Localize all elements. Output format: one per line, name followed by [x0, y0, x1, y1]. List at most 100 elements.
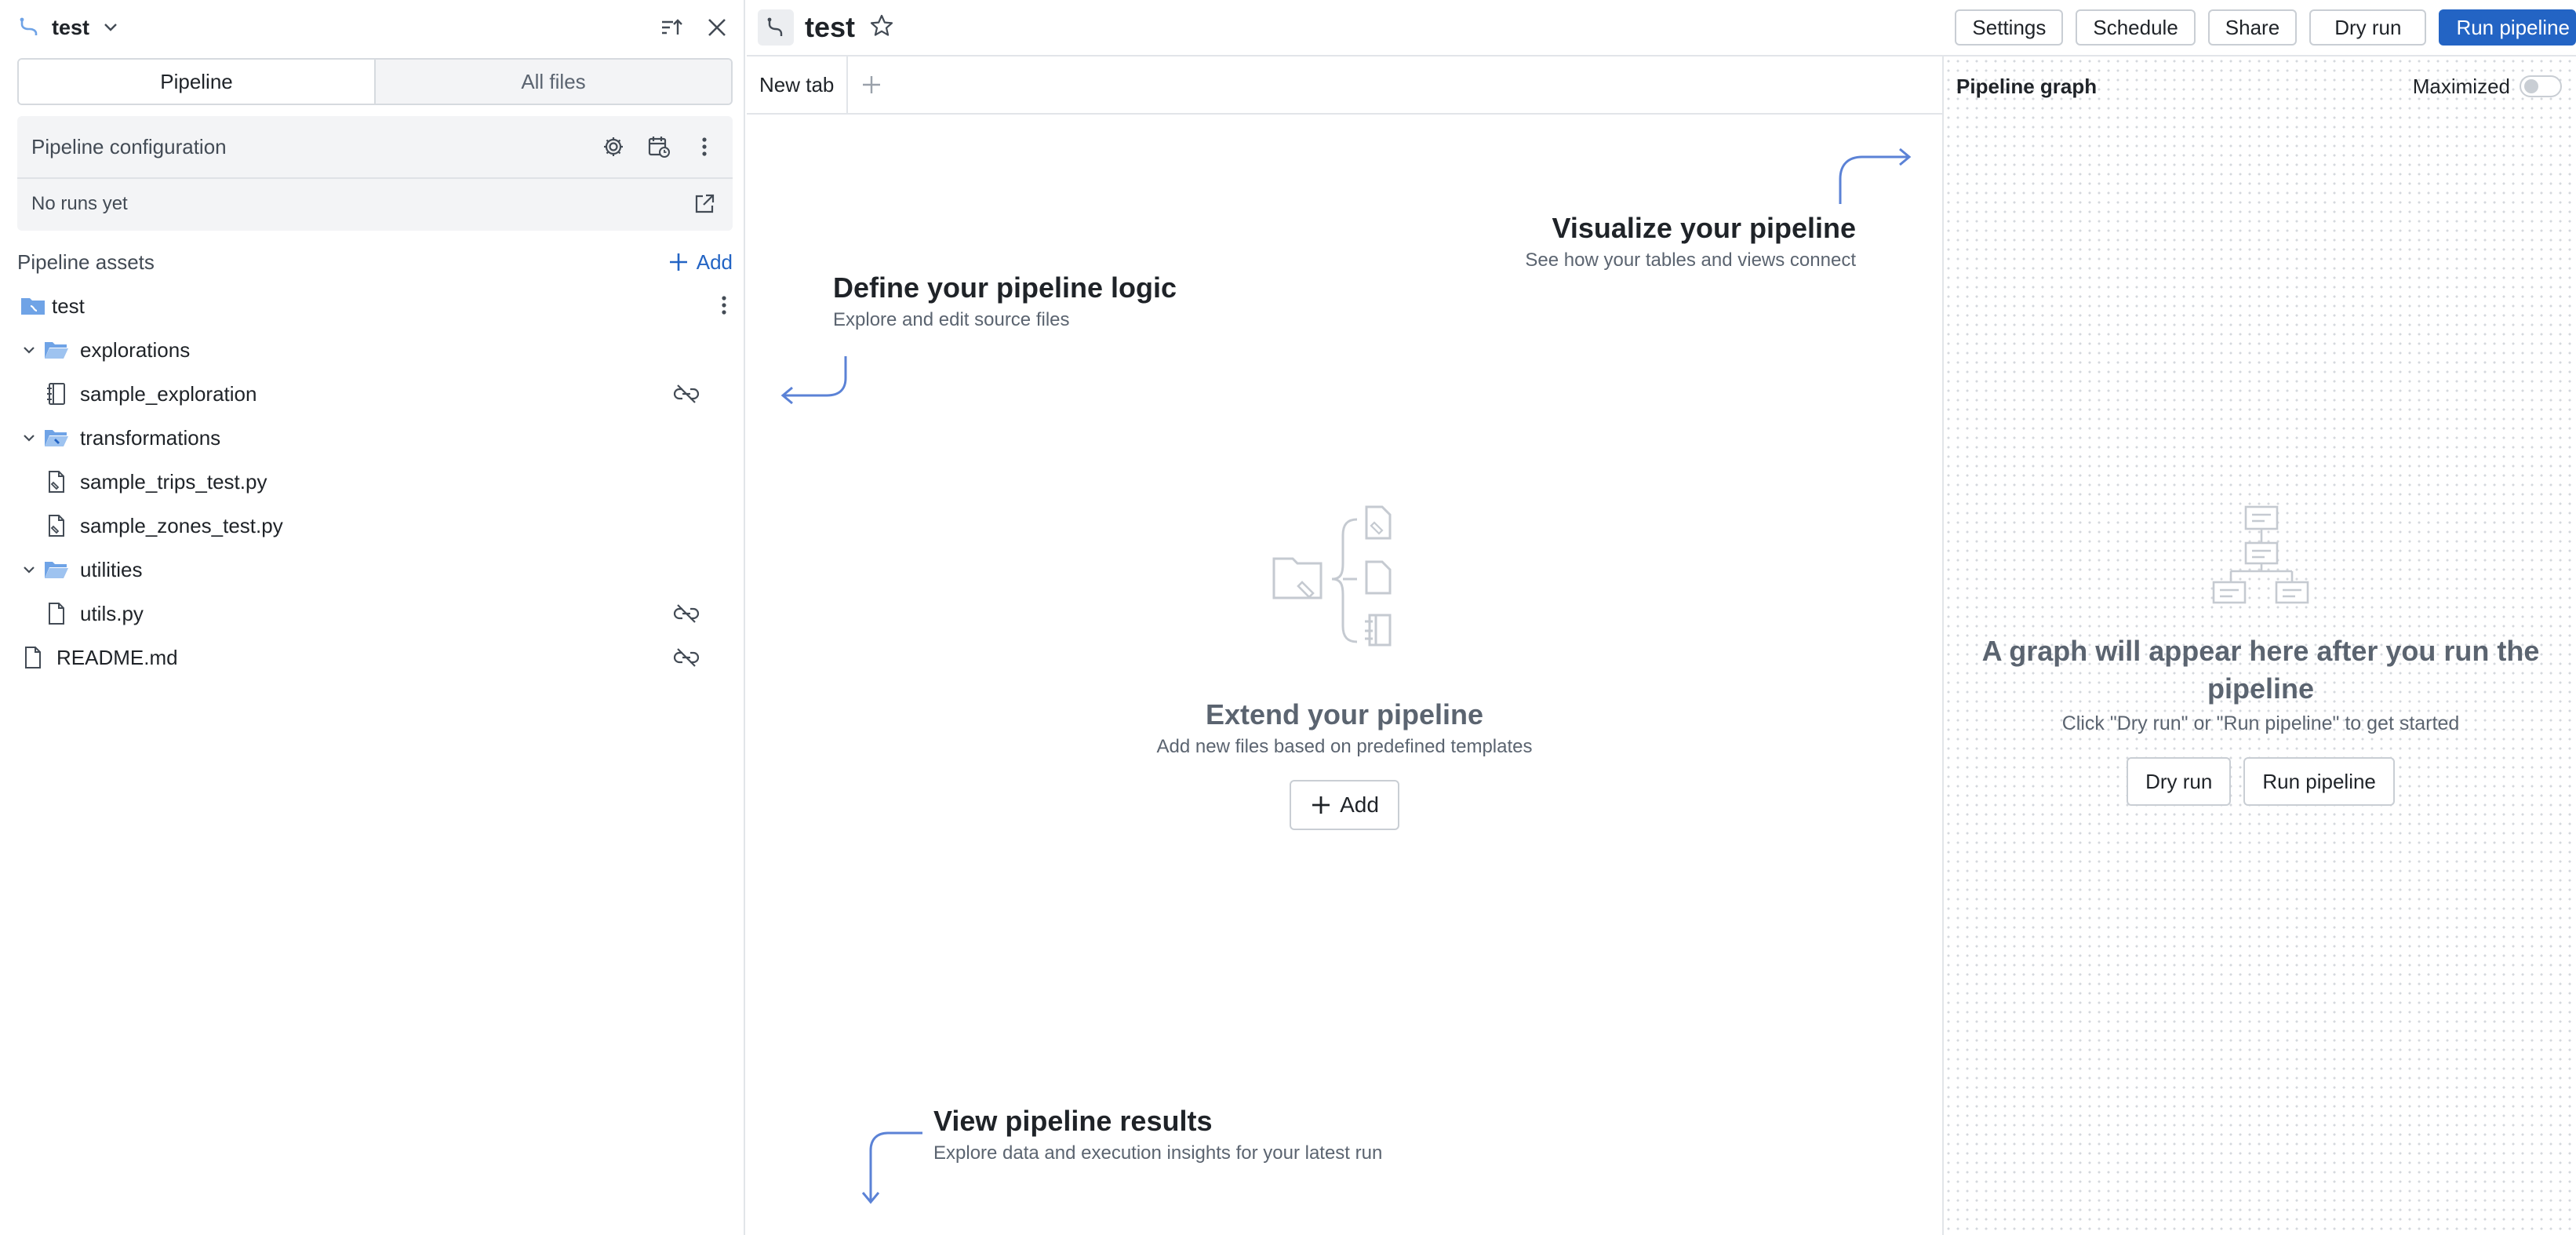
code-file-icon [41, 470, 72, 494]
unlink-icon[interactable] [673, 647, 700, 674]
tab-new-tab[interactable]: New tab [747, 56, 849, 113]
tree-item-label: sample_zones_test.py [80, 513, 283, 537]
pipeline-icon [16, 14, 42, 41]
tree-item-utils[interactable]: utils.py [17, 592, 733, 636]
results-hint: View pipeline results Explore data and e… [933, 1105, 1382, 1164]
maximized-control: Maximized [2413, 75, 2562, 99]
dry-run-button[interactable]: Dry run [2309, 9, 2427, 46]
transformations-folder-icon [41, 428, 72, 448]
file-icon [41, 602, 72, 625]
extend-subtitle: Add new files based on predefined templa… [1156, 736, 1533, 757]
tab-all-files[interactable]: All files [376, 60, 731, 104]
view-switcher: Pipeline All files [17, 58, 733, 105]
visualize-hint: Visualize your pipeline See how your tab… [1525, 212, 1856, 271]
graph-dry-run-button[interactable]: Dry run [2127, 757, 2232, 806]
settings-button[interactable]: Settings [1955, 9, 2064, 46]
pipeline-folder-icon [17, 295, 49, 317]
tree-item-label: test [52, 293, 85, 318]
visualize-hint-subtitle: See how your tables and views connect [1525, 250, 1856, 271]
tree-item-sample-zones[interactable]: sample_zones_test.py [17, 504, 733, 548]
notebook-icon [41, 382, 72, 406]
graph-empty-subtitle: Click "Dry run" or "Run pipeline" to get… [2061, 712, 2460, 734]
editor-empty-state: Visualize your pipeline See how your tab… [747, 115, 1942, 1235]
pipeline-icon [758, 9, 794, 46]
share-button[interactable]: Share [2207, 9, 2298, 46]
tab-pipeline[interactable]: Pipeline [19, 60, 376, 104]
arrow-left-hint-icon [780, 356, 847, 405]
kebab-menu-icon[interactable] [690, 133, 719, 161]
chevron-down-icon[interactable] [17, 566, 41, 574]
tree-item-root[interactable]: test [17, 284, 733, 328]
chevron-down-icon[interactable] [17, 346, 41, 354]
tree-item-explorations[interactable]: explorations [17, 328, 733, 372]
top-bar: test Settings Schedule Share Dry run Run… [747, 0, 2576, 56]
graph-placeholder-icon [2212, 505, 2309, 604]
folder-open-icon [41, 340, 72, 360]
tree-item-sample-trips[interactable]: sample_trips_test.py [17, 460, 733, 504]
tree-item-transformations[interactable]: transformations [17, 416, 733, 460]
graph-empty-title: A graph will appear here after you run t… [1981, 635, 2540, 705]
editor-tabs: New tab [747, 56, 1942, 115]
chevron-down-icon[interactable] [100, 17, 121, 38]
close-icon[interactable] [703, 13, 731, 42]
graph-run-pipeline-button[interactable]: Run pipeline [2243, 757, 2395, 806]
tree-item-label: utilities [80, 557, 143, 581]
code-file-icon [41, 514, 72, 537]
results-hint-title: View pipeline results [933, 1105, 1213, 1137]
unlink-icon[interactable] [673, 603, 700, 630]
file-tree: test explorations sample_exploration tra… [17, 284, 733, 679]
gear-icon[interactable] [599, 133, 628, 161]
graph-panel-header: Pipeline graph Maximized [1956, 71, 2562, 102]
define-hint-subtitle: Explore and edit source files [833, 309, 1070, 330]
pipeline-graph-panel: Pipeline graph Maximized A graph will ap… [1942, 56, 2576, 1235]
tree-item-label: README.md [56, 645, 178, 669]
tree-item-label: explorations [80, 337, 191, 362]
extend-pipeline-illustration [1272, 505, 1392, 647]
pipeline-assets-label: Pipeline assets [17, 250, 155, 274]
add-file-button[interactable]: Add [1290, 780, 1399, 830]
graph-empty-state: A graph will appear here after you run t… [1944, 632, 2576, 806]
results-hint-subtitle: Explore data and execution insights for … [933, 1142, 1383, 1164]
graph-panel-title: Pipeline graph [1956, 74, 2098, 98]
collapse-sort-icon[interactable] [657, 13, 686, 42]
runs-status: No runs yet [31, 193, 128, 214]
extend-pipeline-section: Extend your pipeline Add new files based… [747, 698, 1942, 830]
tree-item-readme[interactable]: README.md [17, 636, 733, 679]
tree-item-utilities[interactable]: utilities [17, 548, 733, 592]
extend-title: Extend your pipeline [1205, 698, 1484, 730]
add-tab-button[interactable] [848, 56, 895, 113]
maximized-toggle[interactable] [2520, 75, 2562, 97]
run-pipeline-button[interactable]: Run pipeline [2439, 9, 2576, 46]
visualize-hint-title: Visualize your pipeline [1552, 212, 1856, 244]
maximized-label: Maximized [2412, 74, 2510, 98]
arrow-right-hint-icon [1839, 148, 1912, 204]
add-file-label: Add [1340, 792, 1379, 817]
plus-icon [863, 76, 881, 93]
pipeline-name[interactable]: test [52, 16, 89, 40]
folder-open-icon [41, 559, 72, 580]
page-title: test [805, 11, 856, 43]
star-icon[interactable] [869, 13, 894, 42]
add-asset-label: Add [696, 250, 733, 274]
tree-item-label: sample_exploration [80, 381, 257, 406]
left-sidebar: test Pipeline All files Pipeline configu… [3, 0, 745, 1235]
tree-item-label: sample_trips_test.py [80, 469, 267, 494]
arrow-down-hint-icon [861, 1131, 922, 1204]
chevron-down-icon[interactable] [17, 434, 41, 442]
file-icon [17, 646, 49, 669]
external-link-icon[interactable] [690, 190, 719, 218]
pipeline-configuration-panel: Pipeline configuration No runs yet [17, 116, 733, 231]
pipeline-configuration-label: Pipeline configuration [31, 134, 227, 158]
plus-icon [669, 253, 687, 271]
kebab-menu-icon[interactable] [720, 293, 728, 322]
pipeline-assets-header: Pipeline assets Add [17, 245, 733, 279]
plus-icon [1312, 796, 1330, 814]
unlink-icon[interactable] [673, 383, 700, 410]
tree-item-label: transformations [80, 425, 221, 450]
tree-item-sample-exploration[interactable]: sample_exploration [17, 372, 733, 416]
schedule-button[interactable]: Schedule [2076, 9, 2196, 46]
schedule-calendar-icon[interactable] [645, 133, 673, 161]
add-asset-button[interactable]: Add [668, 250, 733, 275]
tree-item-label: utils.py [80, 601, 144, 625]
sidebar-header: test [16, 9, 731, 46]
